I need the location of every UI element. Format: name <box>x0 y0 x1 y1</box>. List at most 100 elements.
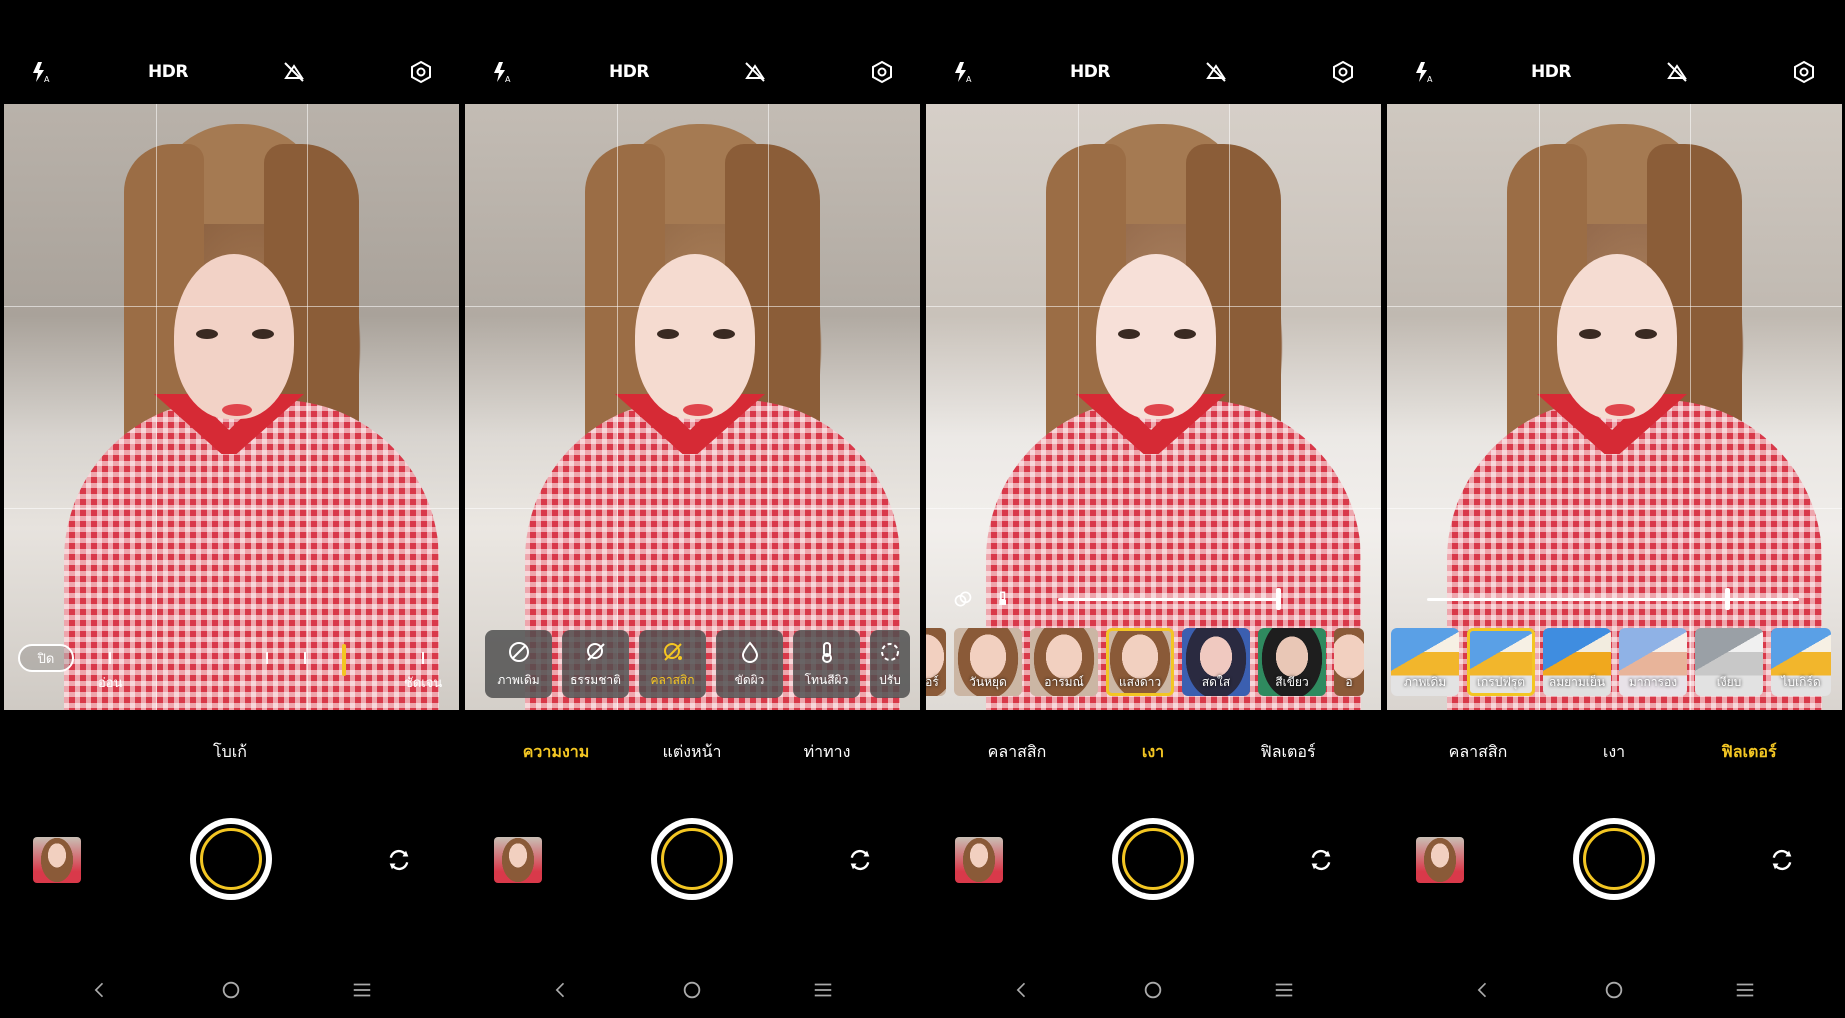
top-bar: A HDR <box>461 48 922 94</box>
mode-tabs: ความงาม แต่งหน้า ท่าทาง <box>461 740 922 770</box>
intensity-slider[interactable] <box>1058 588 1281 610</box>
system-nav-bar <box>1383 975 1844 1005</box>
shutter-button[interactable] <box>190 818 272 900</box>
shadow-item-bright[interactable]: สดใส <box>1182 628 1250 696</box>
recents-nav-icon[interactable] <box>1272 978 1296 1002</box>
tab-bokeh[interactable]: โบเก้ <box>213 740 247 765</box>
tab-filter[interactable]: ฟิลเตอร์ <box>1260 740 1315 765</box>
tab-pose[interactable]: ท่าทาง <box>804 740 851 765</box>
viewfinder[interactable]: ภาพเดิม เกรปฟรุต ลมยามเย็น มาการอง เงียบ… <box>1387 104 1842 710</box>
ai-scene-off-icon[interactable] <box>741 58 769 86</box>
flip-camera-icon[interactable] <box>384 845 414 875</box>
flash-auto-icon[interactable]: A <box>488 58 516 86</box>
home-nav-icon[interactable] <box>680 978 704 1002</box>
settings-icon[interactable] <box>868 58 896 86</box>
shadow-item-green[interactable]: สีเขียว <box>1258 628 1326 696</box>
tab-makeup[interactable]: แต่งหน้า <box>663 740 722 765</box>
beauty-item-skin-tone[interactable]: โทนสีผิว <box>793 630 860 698</box>
beauty-item-natural[interactable]: ธรรมชาติ <box>562 630 629 698</box>
back-nav-icon[interactable] <box>1010 978 1034 1002</box>
beauty-item-original[interactable]: ภาพเดิม <box>485 630 552 698</box>
filter-item-evening-breeze[interactable]: ลมยามเย็น <box>1543 628 1611 696</box>
flash-auto-icon[interactable]: A <box>27 58 55 86</box>
back-nav-icon[interactable] <box>88 978 112 1002</box>
filter-intensity-slider[interactable] <box>1427 588 1799 610</box>
hdr-icon[interactable]: HDR <box>1070 58 1110 86</box>
grid-line <box>156 104 157 710</box>
ai-scene-off-icon[interactable] <box>1202 58 1230 86</box>
filter-item-grapefruit[interactable]: เกรปฟรุต <box>1467 628 1535 696</box>
shadow-item-more[interactable]: อ <box>1334 628 1364 696</box>
overlap-circles-icon[interactable] <box>952 588 974 610</box>
recents-nav-icon[interactable] <box>811 978 835 1002</box>
grid-line <box>4 306 459 307</box>
mode-tabs: คลาสสิก เงา ฟิลเตอร์ <box>922 740 1383 770</box>
viewfinder[interactable]: ปิด อ่อน ชัดเจน <box>4 104 459 710</box>
recents-nav-icon[interactable] <box>1733 978 1757 1002</box>
ai-scene-off-icon[interactable] <box>1663 58 1691 86</box>
settings-icon[interactable] <box>407 58 435 86</box>
shadow-item[interactable]: เตอร์ <box>926 628 946 696</box>
filter-intensity-handle[interactable] <box>1725 588 1730 610</box>
gallery-thumbnail[interactable] <box>955 837 1003 883</box>
settings-icon[interactable] <box>1790 58 1818 86</box>
viewfinder[interactable]: เตอร์ วันหยุด อารมณ์ แสงดาว สดใส สีเขียว… <box>926 104 1381 710</box>
beauty-item-adjust[interactable]: ปรับ <box>870 630 910 698</box>
tab-filter[interactable]: ฟิลเตอร์ <box>1721 740 1776 765</box>
system-nav-bar <box>0 975 461 1005</box>
viewfinder[interactable]: ภาพเดิม ธรรมชาติ คลาสสิก ขัดผิว โทนสีผิว <box>465 104 920 710</box>
filter-item-quiet[interactable]: เงียบ <box>1695 628 1763 696</box>
beauty-item-classic[interactable]: คลาสสิก <box>639 630 706 698</box>
hdr-icon[interactable]: HDR <box>609 58 649 86</box>
tab-beauty[interactable]: ความงาม <box>523 740 590 765</box>
brush-icon[interactable] <box>992 588 1014 610</box>
grid-line <box>465 306 920 307</box>
tab-classic[interactable]: คลาสสิก <box>988 740 1047 765</box>
gallery-thumbnail[interactable] <box>494 837 542 883</box>
flash-auto-icon[interactable]: A <box>1410 58 1438 86</box>
shutter-button[interactable] <box>651 818 733 900</box>
hdr-icon[interactable]: HDR <box>1531 58 1571 86</box>
gallery-thumbnail[interactable] <box>33 837 81 883</box>
system-nav-bar <box>461 975 922 1005</box>
grid-line <box>768 104 769 710</box>
filter-item-bybird[interactable]: ไบเกิร์ด <box>1771 628 1831 696</box>
tab-classic[interactable]: คลาสสิก <box>1449 740 1508 765</box>
home-nav-icon[interactable] <box>219 978 243 1002</box>
shadow-item-holiday[interactable]: วันหยุด <box>954 628 1022 696</box>
tab-shadow[interactable]: เงา <box>1142 740 1164 765</box>
shadow-item-mood[interactable]: อารมณ์ <box>1030 628 1098 696</box>
filter-item-macaron[interactable]: มาการอง <box>1619 628 1687 696</box>
tab-shadow[interactable]: เงา <box>1603 740 1625 765</box>
grid-line <box>465 508 920 509</box>
bokeh-slider[interactable]: ปิด อ่อน ชัดเจน <box>4 640 459 691</box>
recents-nav-icon[interactable] <box>350 978 374 1002</box>
flash-auto-icon[interactable]: A <box>949 58 977 86</box>
hdr-icon[interactable]: HDR <box>148 58 188 86</box>
shutter-button[interactable] <box>1112 818 1194 900</box>
flip-camera-icon[interactable] <box>845 845 875 875</box>
camera-panel-beauty: A HDR ภาพเดิม ธรรมชาติ คลาสสิก ขัดผิว โท… <box>461 0 922 1018</box>
shutter-button[interactable] <box>1573 818 1655 900</box>
grid-line <box>307 104 308 710</box>
filter-item-original[interactable]: ภาพเดิม <box>1391 628 1459 696</box>
settings-icon[interactable] <box>1329 58 1357 86</box>
capture-row <box>922 818 1383 900</box>
bokeh-slider-handle[interactable] <box>342 644 346 676</box>
grid-line <box>1078 104 1079 710</box>
ai-scene-off-icon[interactable] <box>280 58 308 86</box>
back-nav-icon[interactable] <box>1471 978 1495 1002</box>
gallery-thumbnail[interactable] <box>1416 837 1464 883</box>
bokeh-off-button[interactable]: ปิด <box>18 644 74 672</box>
home-nav-icon[interactable] <box>1141 978 1165 1002</box>
flip-camera-icon[interactable] <box>1767 845 1797 875</box>
shadow-item-starlight[interactable]: แสงดาว <box>1106 628 1174 696</box>
svg-text:A: A <box>44 75 50 84</box>
flip-camera-icon[interactable] <box>1306 845 1336 875</box>
back-nav-icon[interactable] <box>549 978 573 1002</box>
grid-line <box>1387 306 1842 307</box>
beauty-item-smooth[interactable]: ขัดผิว <box>716 630 783 698</box>
home-nav-icon[interactable] <box>1602 978 1626 1002</box>
screenshot-collage: A HDR ปิด อ่อน ชัดเจน โบเก้ A HDR ภาพเดิ… <box>0 0 1845 1018</box>
intensity-slider-handle[interactable] <box>1276 588 1281 610</box>
